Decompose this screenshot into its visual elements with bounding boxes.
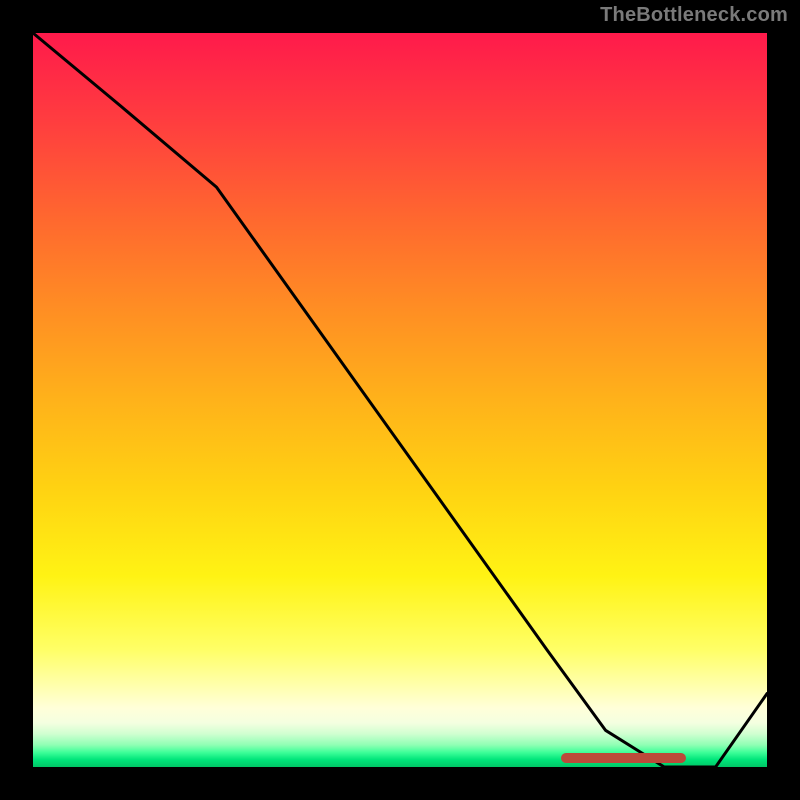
chart-container: TheBottleneck.com [0,0,800,800]
data-curve [33,33,767,767]
optimal-range-marker [561,753,686,763]
chart-svg [33,33,767,767]
plot-area [33,33,767,767]
watermark-text: TheBottleneck.com [600,4,788,27]
